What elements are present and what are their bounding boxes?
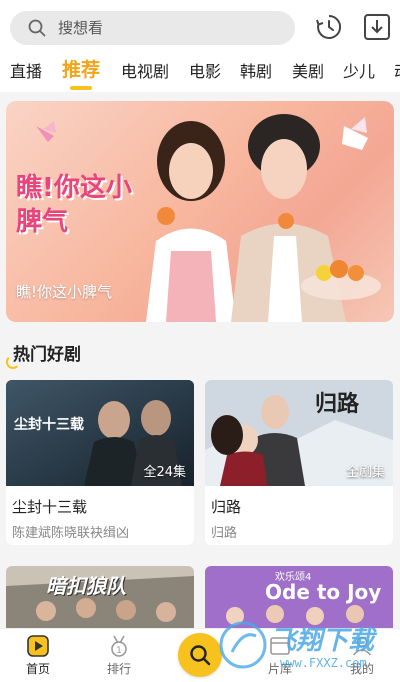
drama-title: 尘封十三载 [12, 498, 88, 516]
download-icon [364, 14, 390, 40]
search-icon [28, 19, 46, 37]
active-tab-indicator [70, 86, 92, 90]
drama-card[interactable]: 归路 全剧集 归路 归路 [205, 380, 393, 545]
thumbnail-title-text: 归路 [315, 392, 360, 417]
search-input[interactable] [58, 19, 258, 37]
tab-anime[interactable]: 动 [394, 58, 400, 82]
drama-thumbnail: 归路 全剧集 [205, 380, 393, 486]
nav-rank[interactable]: 1 排行 [95, 634, 143, 677]
tab-movies[interactable]: 电影 [189, 58, 221, 82]
watermark-logo-icon [219, 621, 267, 669]
thumbnail-title-text: 尘封十三载 [14, 417, 84, 433]
section-title: 热门好剧 [13, 345, 81, 365]
site-watermark: 飞翔下载 www.FXXZ.com [218, 616, 398, 676]
thumbnail-title-text: 暗扣狼队 [46, 574, 126, 598]
download-button[interactable] [362, 12, 392, 42]
drama-card[interactable]: 尘封十三载 全24集 尘封十三载 陈建斌陈晓联袂缉凶 [6, 380, 194, 545]
svg-text:1: 1 [116, 646, 122, 656]
watermark-url: www.FXXZ.com [280, 656, 367, 670]
history-clock-icon [316, 14, 342, 39]
featured-banner[interactable]: 瞧!你这小脾气 瞧!你这小脾气 [6, 101, 394, 322]
drama-card[interactable]: 暗扣狼队 [6, 566, 194, 636]
category-tabs: 直播 推荐 电视剧 电影 韩剧 美剧 少儿 动 [0, 48, 400, 92]
nav-home-label: 首页 [25, 662, 50, 676]
banner-caption: 瞧!你这小脾气 [16, 283, 113, 301]
search-bar[interactable] [10, 11, 295, 45]
tab-live[interactable]: 直播 [10, 58, 42, 82]
banner-logo-text: 瞧!你这小脾气 [16, 173, 132, 237]
history-button[interactable] [314, 12, 344, 42]
drama-title: 归路 [211, 498, 242, 516]
episode-badge: 全剧集 [345, 465, 385, 480]
tab-us-drama[interactable]: 美剧 [292, 58, 324, 82]
tab-tv-series[interactable]: 电视剧 [121, 58, 169, 82]
tab-recommend[interactable]: 推荐 [62, 55, 100, 82]
drama-thumbnail: 尘封十三载 全24集 [6, 380, 194, 486]
top-bar [0, 0, 400, 48]
search-icon [190, 645, 211, 666]
nav-rank-label: 排行 [106, 662, 131, 676]
episode-badge: 全24集 [143, 465, 186, 480]
drama-subtitle: 归路 [211, 526, 238, 541]
watermark-text: 飞翔下载 [270, 626, 375, 656]
drama-thumbnail: 暗扣狼队 [6, 566, 194, 636]
tab-korean-drama[interactable]: 韩剧 [240, 58, 272, 82]
home-icon [27, 635, 49, 657]
thumbnail-title-text: Ode to Joy [265, 580, 382, 604]
tab-kids[interactable]: 少儿 [343, 58, 375, 82]
floating-search-button[interactable] [178, 633, 222, 677]
drama-subtitle: 陈建斌陈晓联袂缉凶 [12, 526, 130, 541]
rank-medal-icon: 1 [111, 635, 127, 657]
nav-home[interactable]: 首页 [14, 634, 62, 677]
